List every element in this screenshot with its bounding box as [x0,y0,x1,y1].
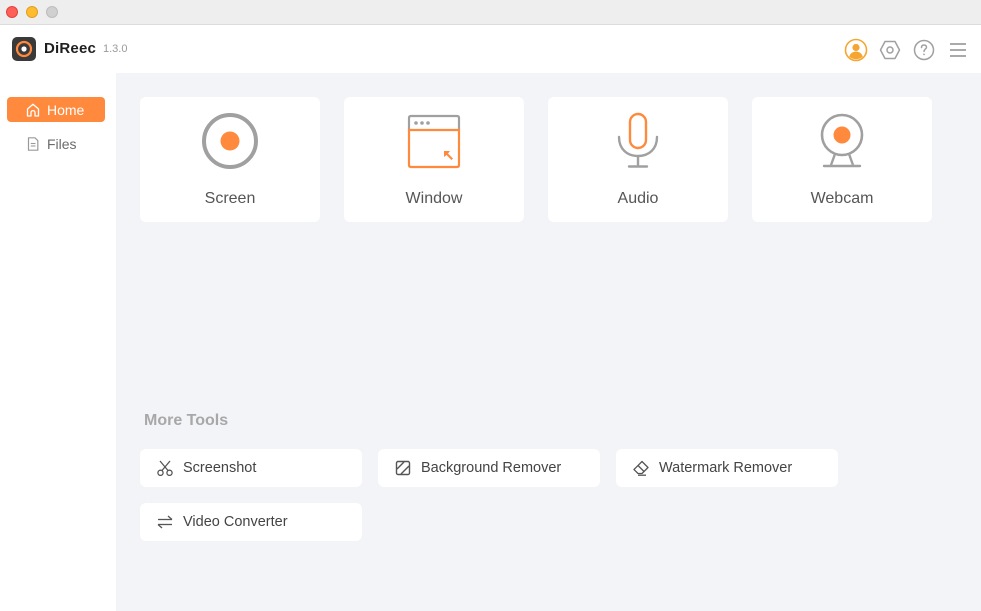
window-record-icon [404,111,464,171]
record-webcam-card[interactable]: Webcam [752,97,932,222]
file-icon [25,136,41,152]
card-label: Window [405,190,463,207]
record-window-card[interactable]: Window [344,97,524,222]
webcam-icon [812,111,872,171]
scissors-icon [156,459,174,477]
tool-label: Video Converter [183,514,288,530]
sidebar-item-home[interactable]: Home [7,97,105,122]
more-tools-title: More Tools [144,412,229,429]
help-icon[interactable] [912,38,936,62]
window-close-button[interactable] [6,6,18,18]
window-titlebar [0,0,981,25]
record-audio-card[interactable]: Audio [548,97,728,222]
home-icon [25,102,41,118]
watermark-remover-tool-button[interactable]: Watermark Remover [616,449,838,487]
card-label: Webcam [810,190,874,207]
app-logo-icon [12,37,36,61]
main-content: Screen Window Audio Webcam More Tools Sc… [116,73,981,611]
background-remover-tool-button[interactable]: Background Remover [378,449,600,487]
card-label: Screen [204,190,256,207]
sidebar-item-files[interactable]: Files [7,131,105,156]
app-header: DiReec 1.3.0 [0,26,981,73]
tool-label: Background Remover [421,460,562,476]
window-maximize-button[interactable] [46,6,58,18]
settings-icon[interactable] [878,38,902,62]
account-icon[interactable] [844,38,868,62]
eraser-icon [632,459,650,477]
sidebar-item-label: Files [47,135,77,152]
sidebar-item-label: Home [47,101,85,118]
screen-record-icon [200,111,260,171]
app-name: DiReec [44,40,97,57]
screenshot-tool-button[interactable]: Screenshot [140,449,362,487]
card-label: Audio [617,190,659,207]
tool-label: Watermark Remover [659,460,793,476]
microphone-icon [608,111,668,171]
record-screen-card[interactable]: Screen [140,97,320,222]
background-remover-icon [394,459,412,477]
app-version: 1.3.0 [103,43,128,55]
sidebar: Home Files [0,73,116,611]
menu-icon[interactable] [946,38,970,62]
video-converter-tool-button[interactable]: Video Converter [140,503,362,541]
window-minimize-button[interactable] [26,6,38,18]
tool-label: Screenshot [183,460,257,476]
convert-arrows-icon [156,513,174,531]
